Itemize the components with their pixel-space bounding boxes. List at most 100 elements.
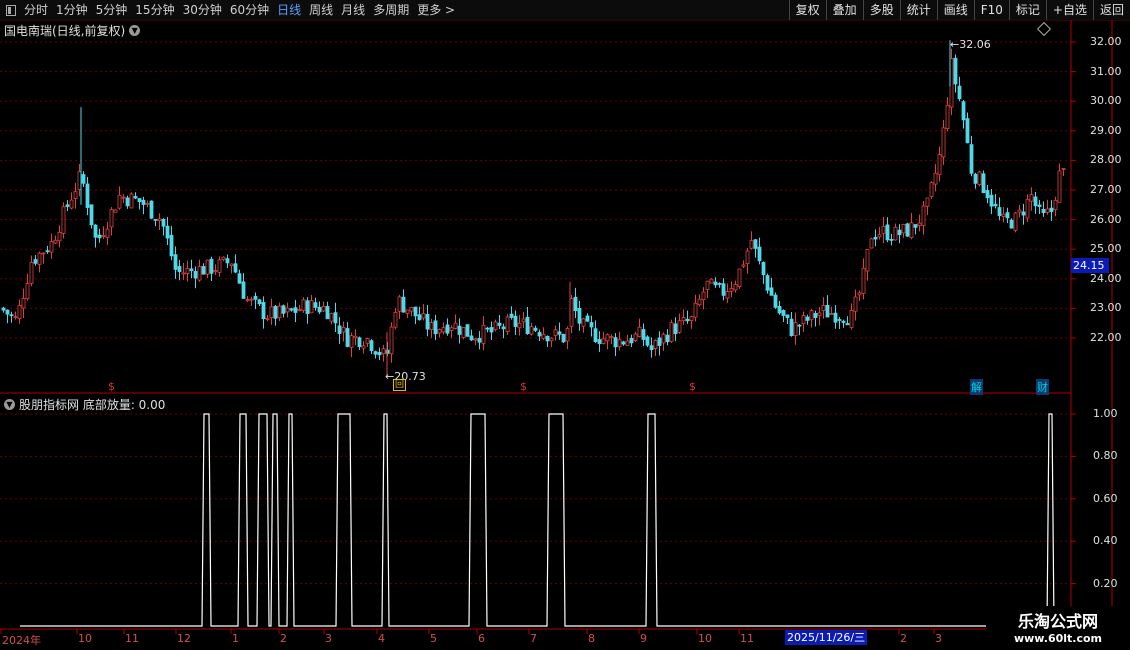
candle-body — [25, 283, 30, 300]
candle-body — [369, 340, 374, 352]
candle-body — [153, 218, 158, 221]
candlestick-chart[interactable] — [0, 0, 1130, 650]
x-tick-label: 2 — [900, 632, 907, 645]
x-tick-label: 8 — [588, 632, 595, 645]
candle-body — [233, 263, 238, 273]
candle-body — [745, 250, 750, 264]
x-tick-label: 12 — [177, 632, 191, 645]
x-tick-label: 1 — [232, 632, 239, 645]
candle-body — [349, 335, 354, 348]
candle-body — [285, 307, 290, 313]
candle-body — [421, 313, 426, 319]
candle-body — [181, 272, 186, 275]
candle-body — [553, 329, 558, 336]
candle-body — [669, 322, 674, 342]
candle-body — [97, 234, 102, 239]
candle-body — [945, 104, 950, 129]
event-marker[interactable]: 财 — [1036, 379, 1049, 395]
candle-body — [1057, 170, 1062, 203]
candle-body — [441, 327, 446, 333]
candle-body — [937, 154, 942, 176]
candle-body — [565, 328, 570, 342]
candle-body — [977, 171, 982, 186]
candle-body — [405, 309, 410, 314]
event-marker[interactable]: 回 — [393, 379, 407, 391]
high-value: 32.06 — [959, 38, 991, 51]
candle-body — [193, 270, 198, 279]
candle-body — [561, 333, 566, 343]
chevron-down-icon[interactable]: ▼ — [4, 399, 15, 410]
event-marker[interactable]: 解 — [970, 379, 983, 395]
watermark: 乐淘公式网 www.60lt.com — [986, 606, 1130, 650]
event-marker[interactable]: $ — [520, 380, 527, 393]
candle-body — [633, 333, 638, 342]
candle-body — [273, 305, 278, 319]
candle-body — [357, 337, 362, 348]
candle-body — [629, 337, 634, 344]
candle-body — [161, 218, 166, 227]
candle-body — [753, 239, 758, 249]
candle-body — [997, 207, 1002, 216]
candle-body — [425, 314, 430, 330]
candle-body — [813, 312, 818, 319]
candle-body — [49, 241, 54, 253]
candle-body — [717, 282, 722, 285]
candle-body — [1045, 208, 1050, 213]
indicator-line — [20, 413, 1060, 627]
candle-body — [57, 231, 62, 242]
candle-body — [41, 252, 46, 255]
indicator-tick-label: 0.60 — [1093, 491, 1118, 505]
x-tick-label: 10 — [78, 632, 92, 645]
candle-body — [237, 273, 242, 284]
candle-body — [413, 306, 418, 317]
candle-body — [45, 250, 50, 253]
candle-body — [709, 278, 714, 284]
x-tick-label: 7 — [530, 632, 537, 645]
candle-body — [137, 198, 142, 203]
candle-body — [829, 313, 834, 315]
candle-body — [673, 323, 678, 335]
candle-body — [361, 345, 366, 349]
candle-body — [105, 228, 110, 238]
candle-body — [69, 199, 74, 209]
candle-body — [953, 57, 958, 85]
price-tick-label: 31.00 — [1090, 64, 1122, 78]
candle-body — [217, 259, 222, 273]
price-tick-label: 26.00 — [1090, 212, 1122, 226]
candle-body — [881, 225, 886, 234]
candle-body — [81, 174, 86, 184]
event-marker[interactable]: $ — [108, 380, 115, 393]
candle-body — [797, 324, 802, 327]
indicator-title: ▼ 股朋指标网 底部放量: 0.00 — [4, 396, 165, 413]
candle-body — [525, 316, 530, 335]
candle-body — [653, 340, 658, 349]
candle-body — [601, 338, 606, 344]
candle-body — [333, 312, 338, 324]
candle-body — [773, 294, 778, 308]
candle-body — [1, 307, 6, 311]
candle-body — [353, 335, 358, 339]
candle-body — [209, 258, 214, 274]
candle-body — [121, 196, 126, 199]
candle-body — [593, 328, 598, 343]
candle-body — [197, 266, 202, 281]
candle-body — [757, 246, 762, 262]
candle-body — [605, 334, 610, 342]
x-tick-label: 11 — [125, 632, 139, 645]
current-price-tag: 24.15 — [1071, 258, 1109, 273]
candle-body — [665, 334, 670, 343]
candle-body — [1037, 204, 1042, 207]
candle-body — [113, 209, 118, 213]
candle-body — [317, 306, 322, 313]
candle-body — [805, 316, 810, 321]
candle-body — [281, 305, 286, 314]
candle-body — [169, 234, 174, 257]
candle-body — [205, 259, 210, 275]
candle-body — [649, 345, 654, 351]
event-marker[interactable]: $ — [689, 380, 696, 393]
candle-body — [301, 299, 306, 311]
candle-body — [849, 310, 854, 328]
candle-body — [941, 127, 946, 158]
candle-body — [1053, 199, 1058, 211]
price-tick-label: 24.00 — [1090, 271, 1122, 285]
